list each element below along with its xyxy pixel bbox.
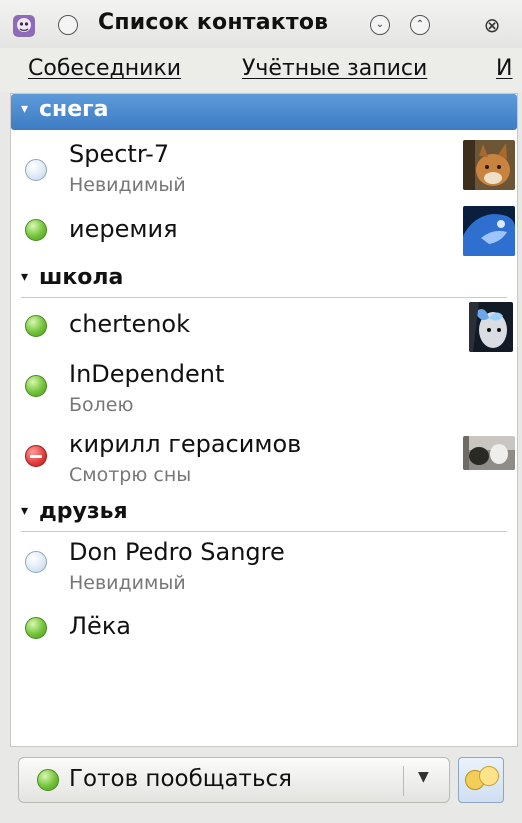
grey-photo-avatar	[463, 436, 515, 470]
menu-buddies[interactable]: Собеседники	[28, 56, 181, 81]
status-invisible-icon	[25, 551, 47, 573]
close-icon: ⊗	[483, 13, 501, 37]
blue-face-avatar	[463, 206, 515, 256]
pin-button[interactable]	[58, 15, 78, 35]
group-name: снега	[39, 97, 109, 122]
contact-name: кирилл герасимов	[69, 430, 302, 458]
expand-arrow-icon[interactable]: ▾	[21, 101, 28, 117]
group-header-snega[interactable]: ▾ снега	[11, 94, 517, 130]
maximize-button[interactable]: ⌃	[410, 15, 430, 35]
contact-name: InDependent	[69, 360, 225, 388]
contact-status-text: Смотрю сны	[69, 464, 192, 486]
contact-item[interactable]: InDependent Болею	[11, 354, 517, 420]
status-online-icon	[37, 769, 59, 791]
status-bar: Готов пообщаться ▼	[0, 747, 522, 823]
status-dnd-icon	[25, 445, 47, 467]
expand-arrow-icon[interactable]: ▾	[21, 503, 28, 519]
title-bar: Список контактов ⌄ ⌃ ⊗	[0, 0, 522, 48]
pidgin-app-icon[interactable]	[12, 14, 36, 38]
contact-item[interactable]: иеремия	[11, 206, 517, 262]
contact-item[interactable]: кирилл герасимов Смотрю сны	[11, 424, 517, 490]
status-online-icon	[25, 315, 47, 337]
contact-status-text: Болею	[69, 394, 134, 416]
group-header-druzya[interactable]: ▾ друзья	[11, 496, 517, 532]
menu-accounts[interactable]: Учётные записи	[242, 56, 427, 81]
group-name: школа	[39, 265, 124, 290]
contact-item[interactable]: chertenok	[11, 300, 517, 352]
contact-list[interactable]: ▾ снега Spectr-7 Невидимый иеремия ▾ шко…	[10, 93, 518, 747]
status-online-icon	[25, 617, 47, 639]
group-divider	[21, 531, 507, 532]
contact-item[interactable]: Don Pedro Sangre Невидимый	[11, 536, 517, 602]
menu-bar: Собеседники Учётные записи И	[0, 48, 522, 92]
contact-status-text: Невидимый	[69, 174, 186, 196]
group-header-shkola[interactable]: ▾ школа	[11, 262, 517, 298]
status-online-icon	[25, 375, 47, 397]
contact-name: Лёка	[69, 612, 132, 640]
status-selector[interactable]: Готов пообщаться ▼	[18, 757, 450, 803]
contact-name: chertenok	[69, 310, 191, 338]
contact-item[interactable]: Spectr-7 Невидимый	[11, 138, 517, 204]
status-invisible-icon	[25, 159, 47, 181]
status-online-icon	[25, 219, 47, 241]
lynx-avatar	[463, 140, 515, 190]
group-name: друзья	[39, 499, 128, 524]
chevron-up-icon: ⌃	[415, 19, 425, 30]
group-divider	[21, 297, 507, 298]
contact-item[interactable]: Лёка	[11, 606, 517, 656]
window-title: Список контактов	[98, 10, 329, 35]
contact-name: Don Pedro Sangre	[69, 538, 285, 566]
minimize-button[interactable]: ⌄	[370, 15, 390, 35]
expand-arrow-icon[interactable]: ▾	[21, 269, 28, 285]
dropdown-separator	[403, 766, 404, 796]
status-label: Готов пообщаться	[69, 766, 292, 792]
chevron-down-icon: ⌄	[375, 19, 385, 30]
buddy-icon-button[interactable]	[458, 757, 504, 803]
contact-name: Spectr-7	[69, 140, 170, 168]
chevron-down-icon[interactable]: ▼	[418, 769, 429, 785]
butterfly-avatar	[469, 302, 513, 352]
close-button[interactable]: ⊗	[482, 15, 502, 35]
contact-status-text: Невидимый	[69, 572, 186, 594]
menu-tools[interactable]: И	[496, 56, 512, 81]
contact-name: иеремия	[69, 215, 178, 243]
